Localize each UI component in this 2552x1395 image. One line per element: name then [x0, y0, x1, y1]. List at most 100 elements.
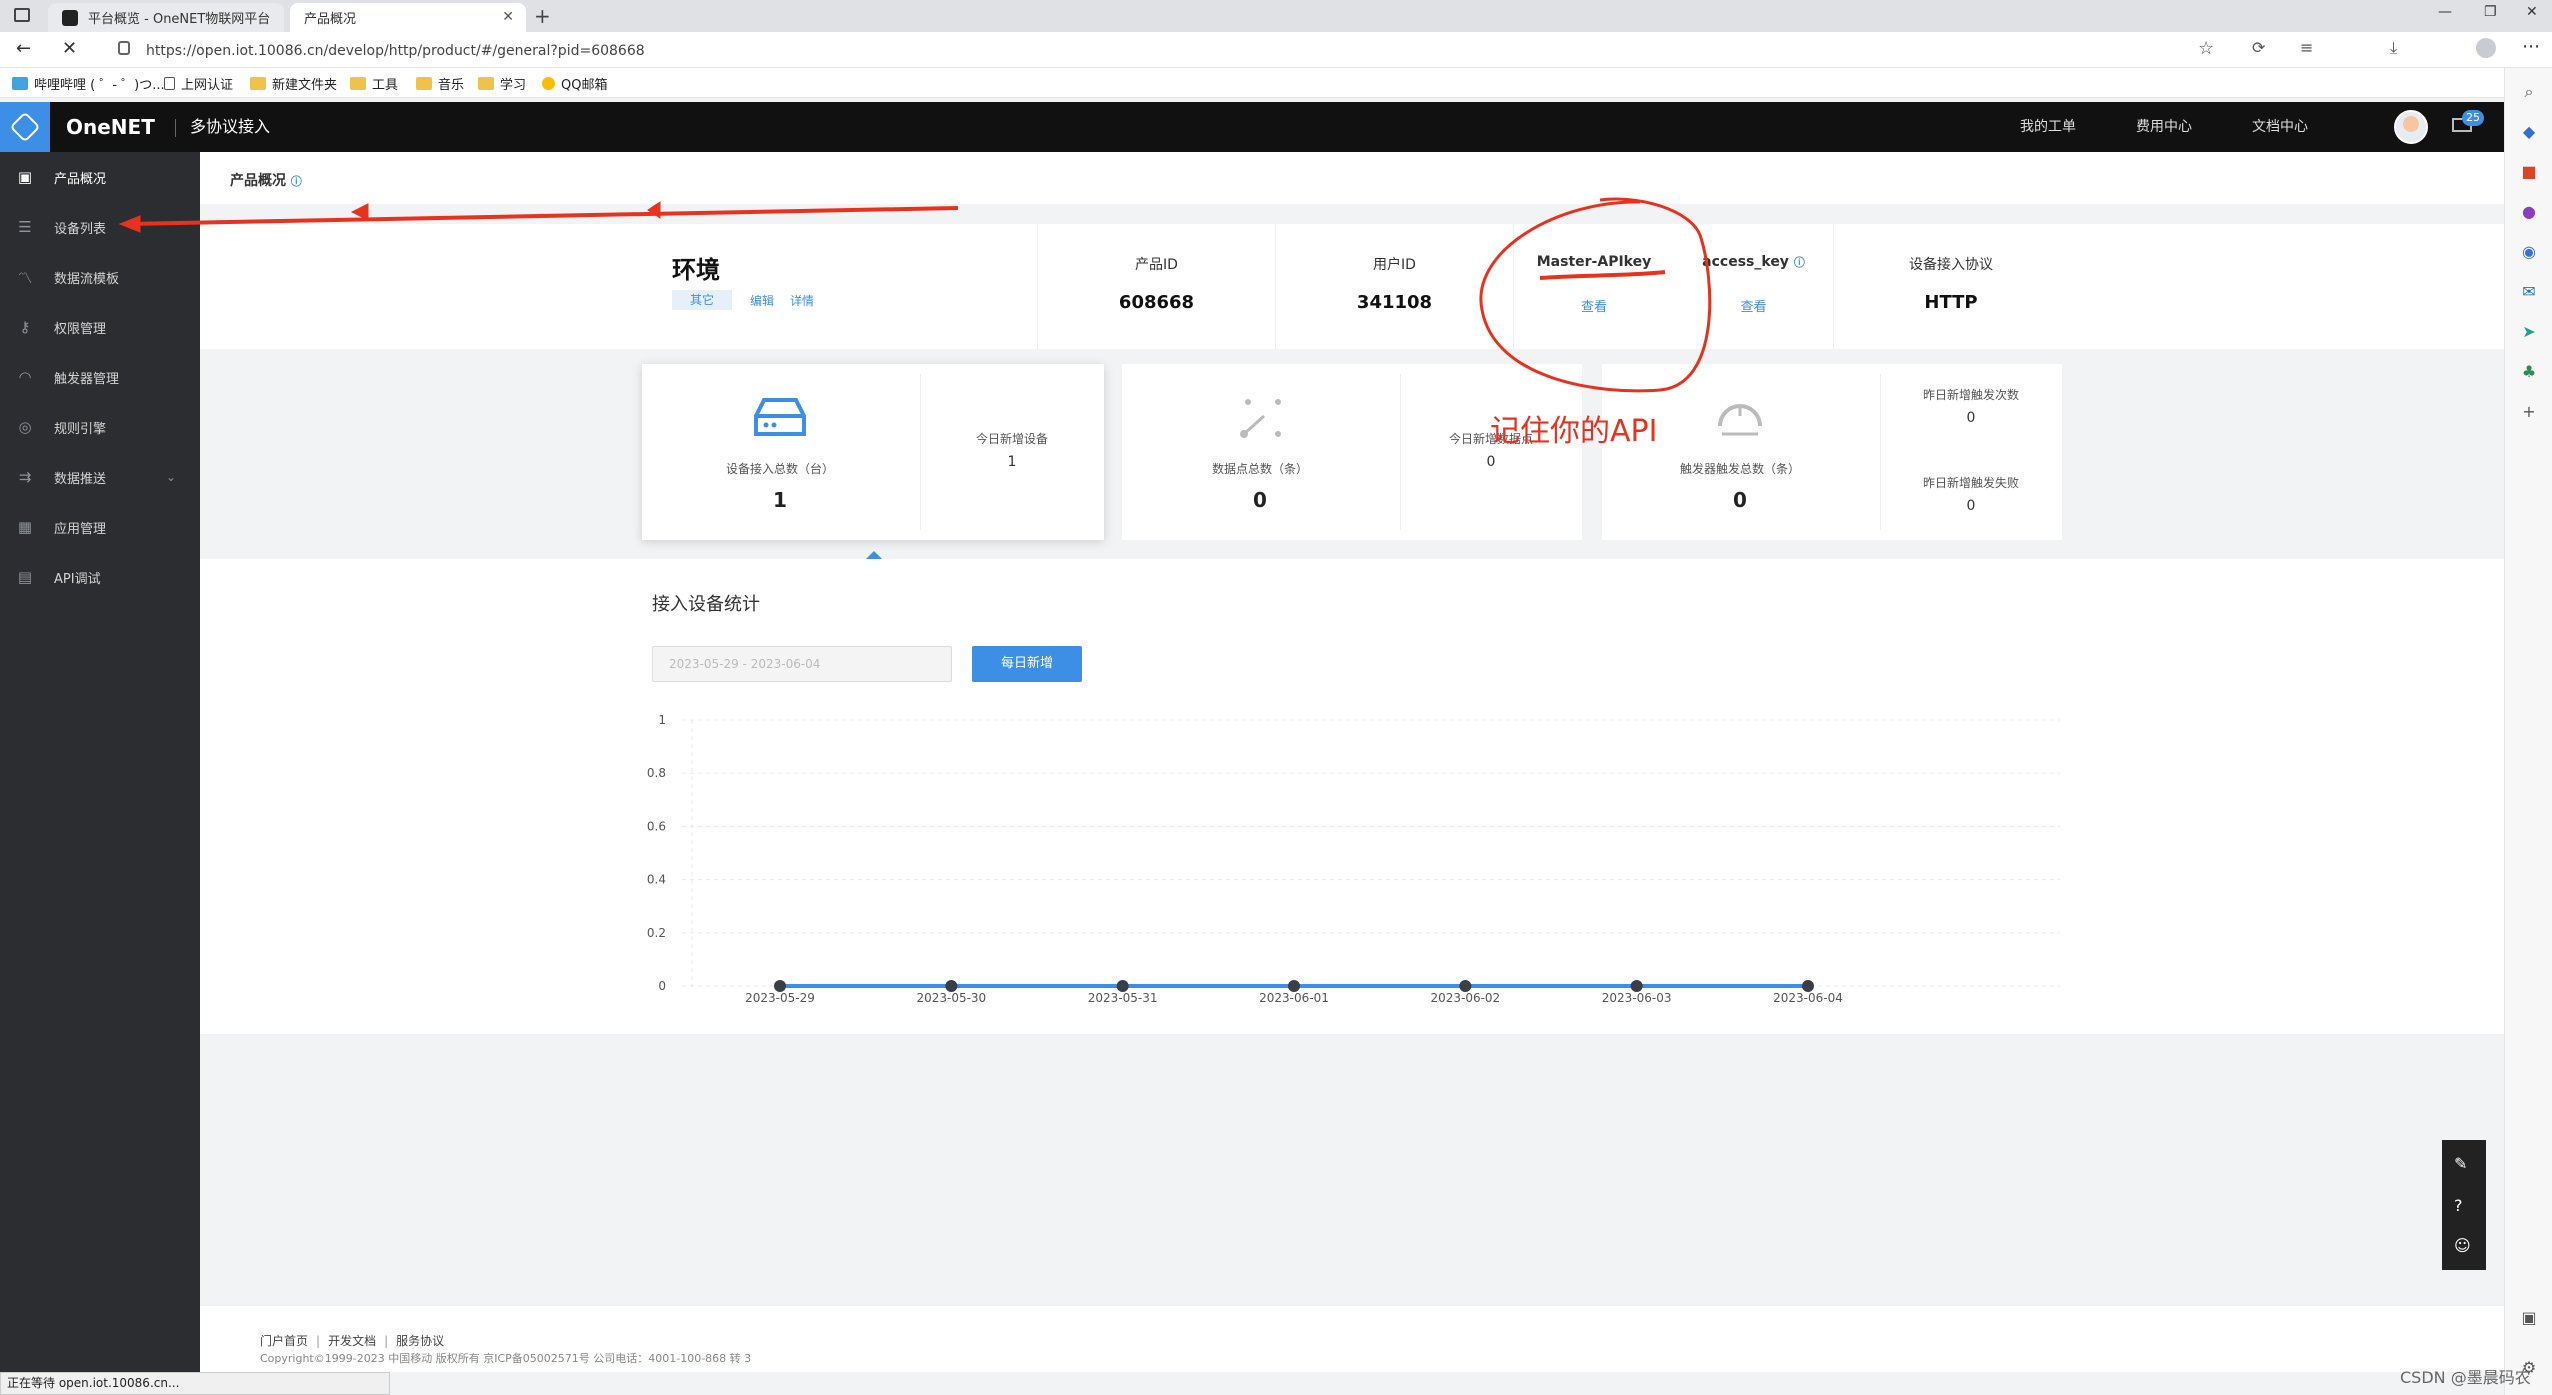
people-icon[interactable]: ● [2519, 202, 2539, 222]
device-stats-title: 接入设备统计 [652, 594, 760, 615]
datapoint-icon [1240, 399, 1281, 438]
edit-icon[interactable]: ✎ [2454, 1154, 2474, 1174]
portal-home-link[interactable]: 门户首页 [260, 1334, 308, 1348]
device-icon [754, 398, 806, 436]
protocol-value: HTTP [1924, 292, 1978, 313]
more-icon[interactable]: ⋯ [2522, 36, 2540, 57]
sidebar-item-rule-engine[interactable]: ◎ 规则引擎 [0, 402, 200, 452]
favorite-tools[interactable]: 工具 [350, 74, 398, 93]
collections-icon[interactable]: ≡ [2300, 38, 2313, 57]
minimize-icon[interactable]: — [2438, 4, 2452, 20]
avatar[interactable] [2394, 110, 2428, 144]
x-tick-label: 2023-05-31 [1088, 991, 1158, 1005]
card-divider [920, 374, 921, 530]
sidebar-item-permission[interactable]: ⚷ 权限管理 [0, 302, 200, 352]
window-close-icon[interactable]: ✕ [2526, 4, 2538, 20]
sidebar-item-trigger[interactable]: ◠ 触发器管理 [0, 352, 200, 402]
dev-docs-link[interactable]: 开发文档 [328, 1334, 376, 1348]
sidebar-item-api-debug[interactable]: ▤ API调试 [0, 552, 200, 602]
device-line-chart: 00.20.40.60.81 2023-05-29 2023-05-30 2023-… [647, 713, 2060, 1005]
favorite-qqmail[interactable]: QQ邮箱 [542, 74, 607, 93]
customer-service-icon[interactable]: ☺ [2454, 1236, 2474, 1256]
favorites-icon[interactable]: ☆ [2198, 38, 2214, 59]
sidebar-item-product-overview[interactable]: ▣ 产品概况 [0, 152, 200, 202]
help-icon[interactable]: ⓘ [291, 175, 302, 188]
browser-tab-platform[interactable]: 平台概览 - OneNET物联网平台 [48, 3, 284, 32]
back-icon[interactable]: ← [16, 38, 31, 59]
sidebar-item-label: 设备列表 [54, 221, 107, 237]
add-icon[interactable]: + [2519, 402, 2539, 422]
daily-new-button[interactable]: 每日新增 [972, 646, 1082, 682]
sidebar-item-label: 权限管理 [54, 321, 107, 337]
today-new-datapoints-value: 0 [1486, 454, 1496, 470]
annotation-text: 记住你的API [1490, 414, 1658, 449]
page-title: 产品概况 [230, 173, 286, 189]
access-key-view-link[interactable]: 查看 [1674, 296, 1833, 315]
cube-icon: ▣ [17, 168, 33, 186]
y-tick-label: 0.6 [647, 819, 666, 833]
tools-icon[interactable]: ■ [2519, 162, 2539, 182]
sidebar-item-label: 产品概况 [54, 171, 107, 187]
help-circle-icon[interactable]: ? [2454, 1196, 2474, 1216]
tab-actions-icon[interactable] [14, 8, 30, 22]
device-stats-card[interactable]: 设备接入总数（台） 1 今日新增设备 1 [642, 364, 1104, 540]
sidebar-item-app-management[interactable]: ▦ 应用管理 [0, 502, 200, 552]
sidebar: ▣ 产品概况 ☰ 设备列表 〽 数据流模板 ⚷ 权限管理 ◠ 触发器管理 ◎ 规则引擎 ⇉ 数… [0, 152, 200, 1372]
rule-icon: ◎ [18, 418, 32, 436]
new-tab-icon[interactable]: + [534, 4, 551, 28]
sidebar-item-dataflow-template[interactable]: 〽 数据流模板 [0, 252, 200, 302]
product-cube-icon[interactable] [0, 102, 50, 152]
favorite-new-folder[interactable]: 新建文件夹 [250, 74, 337, 93]
chevron-down-icon: ⌄ [166, 470, 177, 484]
trigger-stats-card[interactable]: 触发器触发总数（条） 0 昨日新增触发次数 0 昨日新增触发失败 0 [1602, 364, 2062, 540]
refresh-extension-icon[interactable]: ⟳ [2252, 38, 2265, 57]
close-icon[interactable]: ✕ [502, 9, 514, 25]
stop-icon[interactable]: ✕ [62, 38, 77, 59]
onenet-logo[interactable]: OneNET [66, 102, 155, 152]
restore-icon[interactable]: ❐ [2484, 4, 2497, 20]
y-axis-ticks: 0 0.2 0.4 0.6 0.8 1 [647, 713, 666, 993]
tree-icon[interactable]: ♣ [2519, 362, 2539, 382]
datapoint-stats-card[interactable]: 数据点总数（条） 0 今日新增数据点 0 [1122, 364, 1582, 540]
date-range-input[interactable]: 2023-05-29 - 2023-06-04 [652, 646, 952, 682]
folder-icon [250, 77, 266, 90]
info-icon[interactable]: ⓘ [1794, 256, 1805, 269]
office-icon[interactable]: ◉ [2519, 242, 2539, 262]
docs-center-link[interactable]: 文档中心 [2252, 102, 2308, 152]
chart-grid [682, 719, 2060, 987]
selected-indicator [866, 551, 882, 559]
shopping-icon[interactable]: ◆ [2519, 122, 2539, 142]
x-tick-label: 2023-06-04 [1773, 991, 1843, 1005]
service-agreement-link[interactable]: 服务协议 [396, 1334, 444, 1348]
sidebar-item-device-list[interactable]: ☰ 设备列表 [0, 202, 200, 252]
copyright: Copyright©1999-2023 中国移动 版权所有 京ICP备05002… [260, 1352, 752, 1365]
yesterday-failures-value: 0 [1966, 498, 1976, 514]
trigger-gauge-icon [1718, 404, 1762, 436]
folder-icon [478, 77, 494, 90]
profile-icon[interactable] [2476, 38, 2496, 58]
yesterday-triggers-label: 昨日新增触发次数 [1922, 388, 2019, 402]
my-tickets-link[interactable]: 我的工单 [2020, 102, 2076, 152]
download-icon[interactable]: ⤓ [2390, 38, 2397, 58]
search-icon[interactable]: ⌕ [2519, 82, 2539, 102]
send-icon[interactable]: ➤ [2519, 322, 2539, 342]
edit-link[interactable]: 编辑 [750, 292, 774, 309]
section-title: 多协议接入 [190, 117, 271, 136]
url-field[interactable]: https://open.iot.10086.cn/develop/http/p… [110, 38, 2110, 64]
outlook-icon[interactable]: ✉ [2519, 282, 2539, 302]
favorite-music[interactable]: 音乐 [416, 74, 464, 93]
billing-center-link[interactable]: 费用中心 [2136, 102, 2192, 152]
master-apikey-view-link[interactable]: 查看 [1514, 296, 1674, 315]
floating-toolbar: ✎ ? ☺ [2442, 1140, 2486, 1270]
layout-icon[interactable]: ▣ [2519, 1308, 2539, 1328]
detail-link[interactable]: 详情 [790, 292, 814, 309]
favorite-login[interactable]: 上网认证 [164, 74, 233, 93]
browser-tab-product[interactable]: 产品概况 ✕ [290, 3, 526, 32]
favorite-study[interactable]: 学习 [478, 74, 526, 93]
sidebar-item-label: 触发器管理 [54, 371, 120, 387]
y-tick-label: 0 [658, 979, 666, 993]
browser-tab-strip: 平台概览 - OneNET物联网平台 产品概况 ✕ + — ❐ ✕ [0, 0, 2552, 32]
favorite-bilibili[interactable]: 哔哩哔哩 ( ゜- ゜)つ... [12, 74, 165, 93]
user-id-label: 用户ID [1373, 257, 1416, 273]
sidebar-item-data-push[interactable]: ⇉ 数据推送 ⌄ [0, 452, 200, 502]
